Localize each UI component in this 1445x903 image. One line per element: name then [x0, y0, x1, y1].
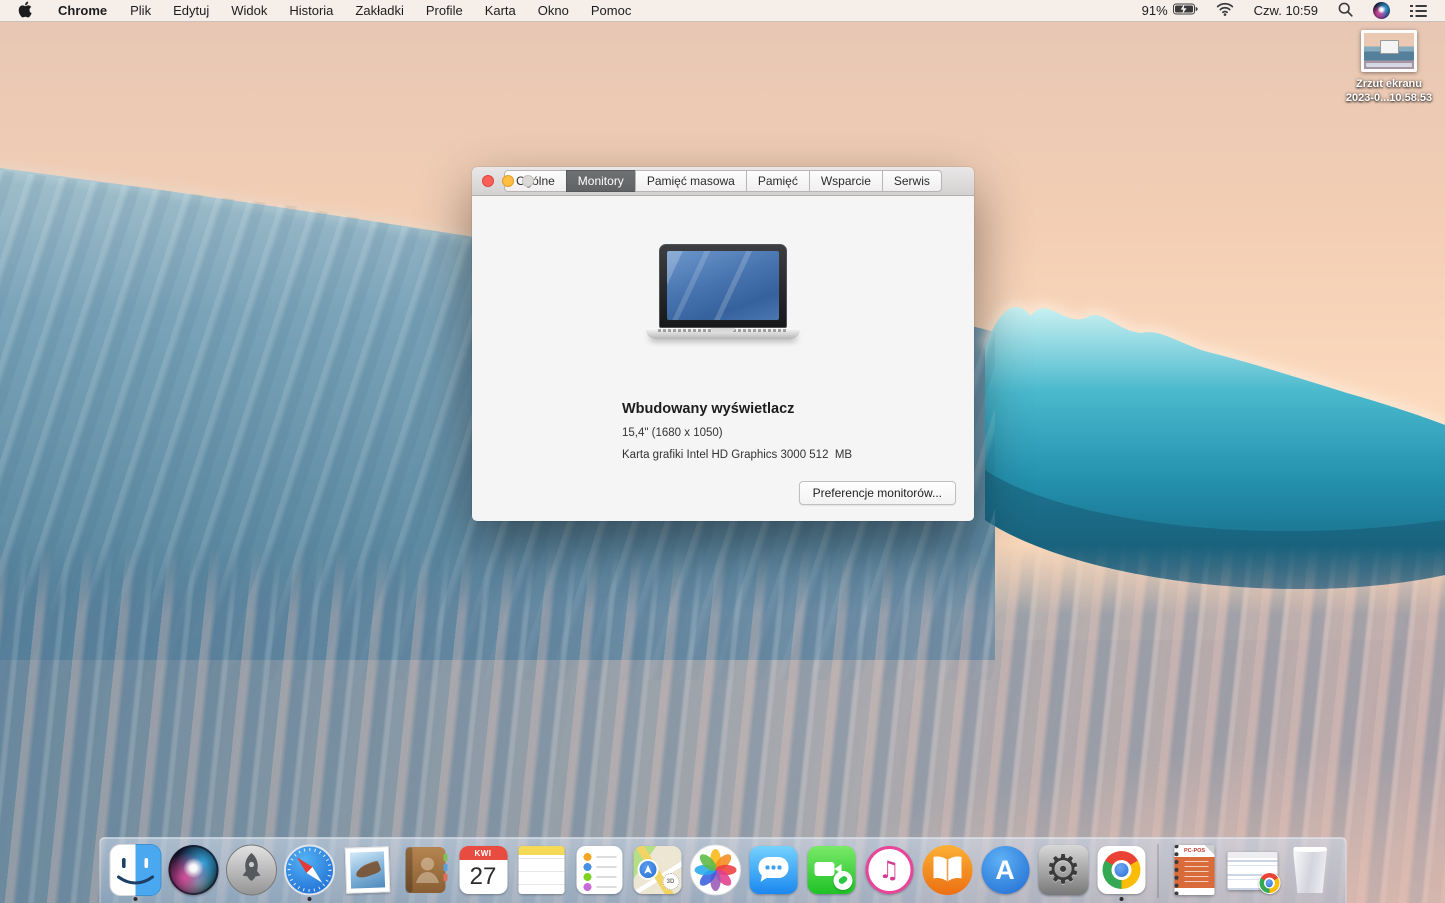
ibooks-icon[interactable]	[921, 844, 973, 902]
running-indicator	[307, 897, 311, 901]
battery-status[interactable]: 91%	[1136, 0, 1204, 21]
siri-menu[interactable]	[1365, 0, 1398, 21]
display-preferences-button[interactable]: Preferencje monitorów...	[799, 481, 956, 505]
traffic-lights	[472, 175, 534, 187]
menu-item-karta[interactable]: Karta	[474, 0, 527, 21]
menu-item-zakladki[interactable]: Zakładki	[344, 0, 414, 21]
running-indicator	[1119, 897, 1123, 901]
tab-serwis[interactable]: Serwis	[882, 170, 942, 192]
menubar: ChromePlikEdytujWidokHistoriaZakładkiPro…	[0, 0, 1445, 22]
launchpad-icon[interactable]	[225, 844, 277, 902]
macbook-illustration	[472, 244, 974, 339]
menubar-clock[interactable]: Czw. 10:59	[1246, 3, 1326, 18]
spotlight-menu[interactable]	[1330, 0, 1361, 21]
messages-icon[interactable]	[747, 844, 799, 902]
siri-icon[interactable]	[167, 844, 219, 902]
calendar-day-label: 27	[459, 860, 507, 894]
tab-pamiec[interactable]: Pamięć	[746, 170, 810, 192]
menu-item-widok[interactable]: Widok	[220, 0, 278, 21]
reminders-icon[interactable]	[573, 844, 625, 902]
wifi-icon	[1216, 2, 1234, 19]
itunes-icon[interactable]: ♫	[863, 844, 915, 902]
display-name: Wbudowany wyświetlacz	[622, 401, 852, 417]
zoom-button-disabled	[522, 175, 534, 187]
macbook-screen	[667, 251, 779, 320]
mail-icon[interactable]	[341, 844, 393, 902]
tab-wsparcie[interactable]: Wsparcie	[809, 170, 883, 192]
contacts-icon[interactable]	[399, 844, 451, 902]
safari-icon[interactable]	[283, 844, 335, 902]
running-indicator	[133, 897, 137, 901]
spotlight-search-icon	[1338, 2, 1353, 20]
desktop: ChromePlikEdytujWidokHistoriaZakładkiPro…	[0, 0, 1445, 903]
tab-pamiec-masowa[interactable]: Pamięć masowa	[635, 170, 747, 192]
maps-icon[interactable]: 3D	[631, 844, 683, 902]
appstore-letter: A	[995, 855, 1015, 886]
notification-center-menu[interactable]	[1402, 0, 1435, 21]
desktop-file-screenshot[interactable]: Zrzut ekranu 2023-0...10.58.53	[1329, 30, 1445, 106]
siri-icon	[1373, 2, 1390, 19]
screenshot-thumbnail[interactable]	[1361, 30, 1417, 72]
menu-item-edytuj[interactable]: Edytuj	[162, 0, 220, 21]
calendar-icon[interactable]: KWI27	[457, 844, 509, 902]
appstore-icon[interactable]: A	[979, 844, 1031, 902]
menu-item-pomoc[interactable]: Pomoc	[580, 0, 642, 21]
apple-icon	[18, 1, 32, 21]
chrome-window-icon[interactable]	[1226, 844, 1278, 902]
screenshot-filename-line1: Zrzut ekranu	[1329, 78, 1445, 92]
document-title-label: PC-POS	[1184, 848, 1205, 854]
menu-item-chrome[interactable]: Chrome	[46, 0, 119, 21]
dock: KWI27 3D ♫ A ⚙ PC-POS	[99, 837, 1346, 903]
notes-icon[interactable]	[515, 844, 567, 902]
window-tabs: OgólneMonitoryPamięć masowaPamięćWsparci…	[504, 170, 942, 192]
wifi-menu[interactable]	[1208, 0, 1242, 21]
chrome-icon[interactable]	[1095, 844, 1147, 902]
notification-center-icon	[1410, 5, 1427, 17]
graphics-info: Karta grafiki Intel HD Graphics 3000 512…	[622, 449, 852, 461]
menu-item-okno[interactable]: Okno	[527, 0, 580, 21]
menubar-items: ChromePlikEdytujWidokHistoriaZakładkiPro…	[46, 0, 642, 21]
maps-3d-label: 3D	[662, 873, 679, 890]
display-spec: 15,4" (1680 x 1050)	[622, 427, 852, 439]
facetime-icon[interactable]	[805, 844, 857, 902]
finder-icon[interactable]	[109, 844, 161, 902]
tab-monitory[interactable]: Monitory	[566, 170, 636, 192]
trash-icon[interactable]	[1284, 844, 1336, 902]
close-button[interactable]	[482, 175, 494, 187]
menu-item-profile[interactable]: Profile	[415, 0, 474, 21]
system-preferences-icon[interactable]: ⚙	[1037, 844, 1089, 902]
document-pcpos-icon[interactable]: PC-POS	[1168, 844, 1220, 902]
menu-item-historia[interactable]: Historia	[278, 0, 344, 21]
window-content: Wbudowany wyświetlacz 15,4" (1680 x 1050…	[472, 196, 974, 521]
window-titlebar[interactable]: OgólneMonitoryPamięć masowaPamięćWsparci…	[472, 167, 974, 196]
dock-separator	[1157, 844, 1158, 898]
battery-percent-label: 91%	[1142, 3, 1168, 18]
macbook-base	[646, 328, 800, 339]
calendar-month-label: KWI	[459, 846, 507, 860]
menu-item-plik[interactable]: Plik	[119, 0, 162, 21]
macbook-lid	[659, 244, 787, 328]
minimize-button[interactable]	[502, 175, 514, 187]
battery-charging-icon	[1173, 3, 1198, 18]
photos-icon[interactable]	[689, 844, 741, 902]
screenshot-filename-line2: 2023-0...10.58.53	[1329, 92, 1445, 106]
screenshot-filename: Zrzut ekranu 2023-0...10.58.53	[1329, 78, 1445, 106]
system-info-window: OgólneMonitoryPamięć masowaPamięćWsparci…	[472, 167, 974, 521]
apple-menu[interactable]	[0, 0, 46, 21]
